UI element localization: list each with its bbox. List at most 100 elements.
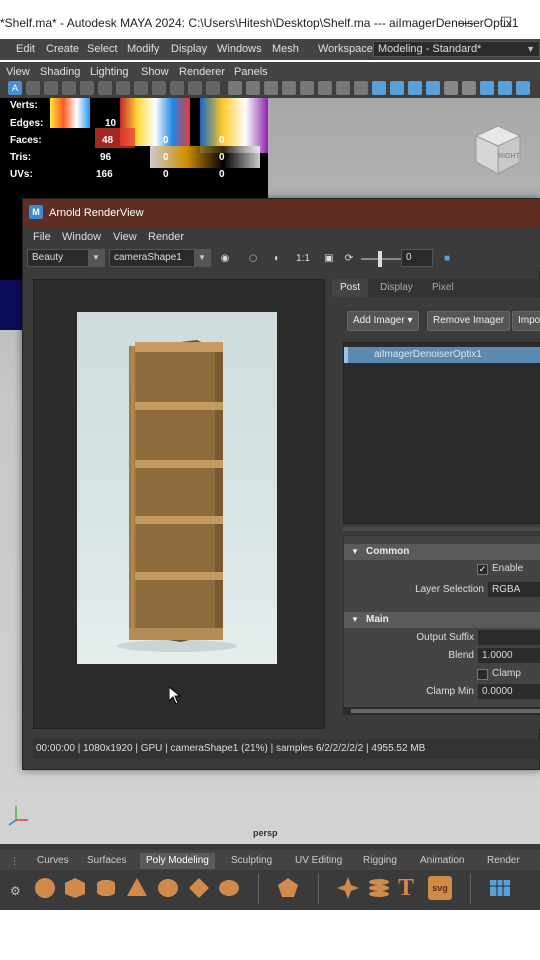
clamp-checkbox[interactable]	[477, 669, 488, 680]
imager-list-item[interactable]: aiImagerDenoiserOptix1	[344, 347, 540, 363]
camera-attributes-icon[interactable]	[26, 81, 40, 95]
resolution-gate-icon[interactable]	[152, 81, 166, 95]
panel-menu-view[interactable]: View	[6, 66, 30, 78]
import-imager-button[interactable]: Impo	[512, 311, 540, 331]
viewport-settings-icon[interactable]	[516, 81, 530, 95]
color-correct-icon[interactable]: ◐	[269, 251, 285, 267]
super-shape-icon[interactable]	[336, 876, 360, 900]
shelf-tab-curves[interactable]: Curves	[31, 853, 75, 869]
panel-menu-lighting[interactable]: Lighting	[90, 66, 129, 78]
poly-type-icon[interactable]: T	[398, 876, 422, 900]
select-camera-icon[interactable]: A	[8, 81, 22, 95]
poly-plane-icon[interactable]	[187, 876, 211, 900]
crop-region-icon[interactable]: ▣	[321, 251, 337, 267]
output-suffix-field[interactable]	[478, 630, 540, 645]
grid-icon[interactable]	[116, 81, 130, 95]
shelf-tab-animation[interactable]: Animation	[414, 853, 470, 869]
aov-dropdown[interactable]: Beauty ▼	[27, 249, 105, 267]
shelf-tab-rigging[interactable]: Rigging	[357, 853, 403, 869]
horizontal-scrollbar[interactable]	[343, 707, 540, 715]
poly-cube-icon[interactable]	[63, 876, 87, 900]
remove-imager-button[interactable]: Remove Imager	[427, 311, 511, 331]
tab-post[interactable]: Post	[332, 279, 369, 297]
platonic-solid-icon[interactable]	[276, 876, 300, 900]
film-gate-icon[interactable]	[134, 81, 148, 95]
poly-cone-icon[interactable]	[125, 876, 149, 900]
shelf-tab-surfaces[interactable]: Surfaces	[81, 853, 132, 869]
smooth-shade-icon[interactable]	[246, 81, 260, 95]
blend-field[interactable]: 1.0000	[478, 648, 540, 663]
rv-menu-file[interactable]: File	[33, 231, 51, 243]
refresh-icon[interactable]: ⟳	[341, 251, 357, 267]
display-mode-icon[interactable]	[498, 81, 512, 95]
camera-dropdown[interactable]: cameraShape1 ▼	[109, 249, 211, 267]
section-main[interactable]: ▼ Main	[344, 612, 540, 628]
enable-checkbox[interactable]: ✓	[477, 564, 488, 575]
maximize-icon[interactable]: ☐	[496, 12, 516, 32]
poly-disc-icon[interactable]	[217, 876, 241, 900]
panel-menu-renderer[interactable]: Renderer	[179, 66, 225, 78]
rgb-channel-icon[interactable]: ◯	[245, 251, 261, 267]
exposure-icon[interactable]	[444, 81, 458, 95]
poly-torus-icon[interactable]	[156, 876, 180, 900]
add-imager-button[interactable]: Add Imager ▾	[347, 311, 419, 331]
field-chart-icon[interactable]	[188, 81, 202, 95]
menu-display[interactable]: Display	[171, 43, 207, 55]
svg-icon[interactable]: svg	[428, 876, 452, 900]
motion-blur-icon[interactable]	[354, 81, 368, 95]
2d-pan-icon[interactable]	[80, 81, 94, 95]
isolate-select-icon[interactable]	[372, 81, 386, 95]
scrollbar-thumb[interactable]	[351, 709, 540, 713]
color-management-icon[interactable]	[480, 81, 494, 95]
sweep-mesh-icon[interactable]	[488, 876, 512, 900]
image-plane-icon[interactable]	[62, 81, 76, 95]
shadows-icon[interactable]	[318, 81, 332, 95]
wireframe-icon[interactable]	[228, 81, 242, 95]
exposure-field[interactable]: 0	[401, 249, 433, 267]
exposure-slider-handle[interactable]	[378, 251, 382, 267]
shelf-menu-icon[interactable]: ⋮	[10, 856, 19, 867]
log-icon[interactable]: ■	[439, 251, 455, 267]
xray-joints-icon[interactable]	[408, 81, 422, 95]
zoom-ratio-label[interactable]: 1:1	[293, 251, 313, 267]
shelf-tab-uv-editing[interactable]: UV Editing	[289, 853, 348, 869]
use-all-lights-icon[interactable]	[300, 81, 314, 95]
helix-icon[interactable]	[367, 876, 391, 900]
xray-icon[interactable]	[390, 81, 404, 95]
layer-selection-field[interactable]: RGBA	[488, 582, 540, 597]
shelf-settings-icon[interactable]: ⚙	[10, 884, 21, 898]
shelf-tab-poly-modeling[interactable]: Poly Modeling	[140, 853, 215, 869]
panel-menu-shading[interactable]: Shading	[40, 66, 80, 78]
panel-splitter[interactable]	[343, 527, 540, 531]
renderview-title-bar[interactable]: M Arnold RenderView	[23, 199, 540, 227]
tab-display[interactable]: Display	[372, 279, 421, 297]
shelf-tab-render[interactable]: Render	[481, 853, 526, 869]
panel-menu-panels[interactable]: Panels	[234, 66, 268, 78]
default-material-icon[interactable]	[264, 81, 278, 95]
grease-pencil-icon[interactable]	[98, 81, 112, 95]
poly-sphere-icon[interactable]	[33, 876, 57, 900]
menu-mesh[interactable]: Mesh	[272, 43, 299, 55]
rv-menu-window[interactable]: Window	[62, 231, 101, 243]
render-canvas[interactable]	[33, 279, 325, 729]
section-common[interactable]: ▼ Common	[344, 544, 540, 560]
menu-create[interactable]: Create	[46, 43, 79, 55]
workspace-dropdown[interactable]: Modeling - Standard* ▼	[373, 41, 540, 57]
gamma-icon[interactable]	[462, 81, 476, 95]
poly-cylinder-icon[interactable]	[94, 876, 118, 900]
textured-icon[interactable]	[282, 81, 296, 95]
xray-components-icon[interactable]	[426, 81, 440, 95]
minimize-icon[interactable]: —	[456, 12, 476, 32]
panel-menu-show[interactable]: Show	[141, 66, 169, 78]
clamp-min-field[interactable]: 0.0000	[478, 684, 540, 699]
render-region-icon[interactable]: ◉	[217, 251, 233, 267]
screen-space-ao-icon[interactable]	[336, 81, 350, 95]
viewcube[interactable]: RIGHT	[472, 122, 524, 176]
menu-modify[interactable]: Modify	[127, 43, 159, 55]
rv-menu-view[interactable]: View	[113, 231, 137, 243]
menu-windows[interactable]: Windows	[217, 43, 262, 55]
rv-menu-render[interactable]: Render	[148, 231, 184, 243]
menu-edit[interactable]: Edit	[16, 43, 35, 55]
gate-mask-icon[interactable]	[170, 81, 184, 95]
menu-select[interactable]: Select	[87, 43, 118, 55]
